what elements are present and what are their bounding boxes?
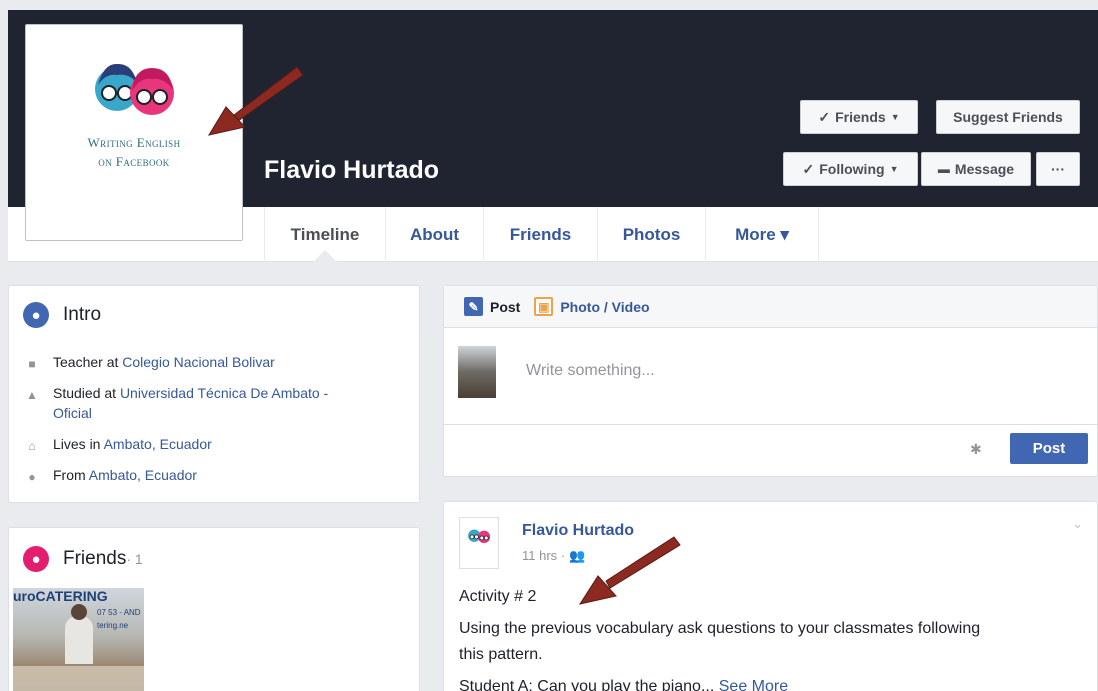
photo-icon: ▣	[534, 297, 554, 316]
home-icon: ⌂	[28, 439, 36, 453]
post-options-chevron-icon[interactable]: ⌄	[1072, 516, 1083, 532]
suggest-friends-button[interactable]: Suggest Friends	[936, 100, 1080, 134]
post-text-preview: Student A: Can you play the piano...	[459, 678, 715, 691]
post-author-name[interactable]: Flavio Hurtado	[522, 522, 634, 540]
friends-title[interactable]: Friends	[63, 548, 126, 569]
post-meta: 11 hrs · 👥	[522, 548, 585, 564]
current-city-link[interactable]: Ambato, Ecuador	[104, 436, 212, 452]
hometown-link[interactable]: Ambato, Ecuador	[89, 467, 197, 483]
thumbnail-banner-subtext2: tering.ne	[97, 621, 129, 630]
following-button[interactable]: ✓ Following ▼	[783, 152, 918, 186]
following-button-label: Following	[819, 161, 885, 177]
composer-input[interactable]: Write something...	[526, 362, 655, 380]
tab-friends[interactable]: Friends	[484, 207, 598, 262]
message-button-label: Message	[954, 161, 1015, 177]
friends-header: ● Friends· 1	[23, 546, 143, 572]
thumbnail-banner-subtext: 07 53 - AND	[97, 608, 141, 617]
intro-item-lives: ⌂ Lives in Ambato, Ecuador	[25, 434, 212, 456]
composer-tab-post-label: Post	[490, 298, 521, 315]
active-tab-pointer	[313, 250, 337, 262]
tab-photos[interactable]: Photos	[598, 207, 706, 262]
composer-tab-photo-label: Photo / Video	[560, 298, 650, 315]
check-icon: ✓	[802, 160, 815, 177]
globe-icon: ●	[23, 302, 49, 328]
post-timestamp[interactable]: 11 hrs ·	[522, 548, 565, 564]
tab-more[interactable]: More ▾	[706, 207, 819, 262]
writing-english-logo-text: Writing English on Facebook	[87, 135, 181, 169]
profile-picture[interactable]: Writing English on Facebook	[25, 24, 243, 241]
composer-tab-photo[interactable]: ▣ Photo / Video	[534, 297, 650, 316]
more-options-button[interactable]: ···	[1036, 152, 1080, 186]
profile-name[interactable]: Flavio Hurtado	[264, 156, 439, 185]
post-text-line: Using the previous vocabulary ask questi…	[459, 620, 981, 637]
person-head	[71, 604, 87, 620]
pencil-icon: ✎	[464, 297, 483, 316]
friends-audience-icon: 👥	[569, 548, 586, 563]
school-link[interactable]: Universidad Técnica De Ambato -	[120, 385, 328, 401]
friend-thumbnail[interactable]: uroCATERING 07 53 - AND tering.ne	[13, 588, 144, 691]
friends-icon: ●	[23, 546, 49, 572]
see-more-link[interactable]: See More	[719, 678, 788, 691]
composer-tab-post[interactable]: ✎ Post	[464, 297, 520, 316]
caret-down-icon: ▼	[890, 112, 900, 122]
intro-item-text: Lives in	[53, 436, 104, 452]
intro-item-work: ■ Teacher at Colegio Nacional Bolivar	[25, 352, 275, 374]
feed-post-card: Flavio Hurtado 11 hrs · 👥 ⌄ Activity # 2…	[443, 501, 1098, 691]
message-icon: ▬	[937, 162, 950, 176]
intro-item-text: Studied at	[53, 385, 120, 401]
workplace-link[interactable]: Colegio Nacional Bolivar	[122, 354, 275, 370]
intro-card: ● Intro ■ Teacher at Colegio Nacional Bo…	[8, 285, 420, 503]
thumbnail-banner-text: uroCATERING	[13, 588, 108, 604]
intro-item-from: ● From Ambato, Ecuador	[25, 465, 197, 487]
gear-icon[interactable]: ✱	[970, 441, 982, 458]
message-button[interactable]: ▬ Message	[921, 152, 1031, 186]
composer-avatar	[458, 346, 496, 398]
ellipsis-icon: ···	[1051, 161, 1065, 177]
location-pin-icon: ●	[28, 470, 36, 484]
composer-tabs: ✎ Post ▣ Photo / Video	[444, 286, 1097, 328]
friends-count: · 1	[126, 551, 143, 567]
friends-button-label: Friends	[835, 109, 886, 125]
tab-about[interactable]: About	[386, 207, 484, 262]
composer-divider	[444, 424, 1097, 425]
check-icon: ✓	[818, 108, 831, 125]
friends-card: ● Friends· 1 uroCATERING 07 53 - AND ter…	[8, 527, 420, 691]
post-text-line: Student A: Can you play the piano... See…	[459, 674, 788, 691]
friends-button[interactable]: ✓ Friends ▼	[800, 100, 918, 134]
intro-item-text: From	[53, 467, 89, 483]
caret-down-icon: ▼	[889, 164, 899, 174]
person-silhouette	[65, 616, 93, 664]
writing-english-logo-faces	[95, 63, 174, 115]
briefcase-icon: ■	[28, 357, 36, 371]
post-text-line: this pattern.	[459, 646, 543, 663]
intro-title: Intro	[63, 304, 102, 325]
school-link-continued[interactable]: Oficial	[53, 405, 92, 421]
kitchen-steam	[13, 666, 144, 691]
composer-card: ✎ Post ▣ Photo / Video Write something..…	[443, 285, 1098, 477]
intro-item-education: ▲ Studied at Universidad Técnica De Amba…	[25, 383, 328, 423]
graduation-cap-icon: ▲	[26, 388, 38, 402]
suggest-friends-label: Suggest Friends	[953, 109, 1063, 125]
post-button[interactable]: Post	[1010, 433, 1088, 464]
intro-header: ● Intro	[23, 302, 101, 328]
intro-item-text: Teacher at	[53, 354, 123, 370]
post-text-line: Activity # 2	[459, 588, 537, 605]
post-author-avatar[interactable]	[459, 517, 499, 569]
author-avatar-logo	[468, 529, 491, 543]
